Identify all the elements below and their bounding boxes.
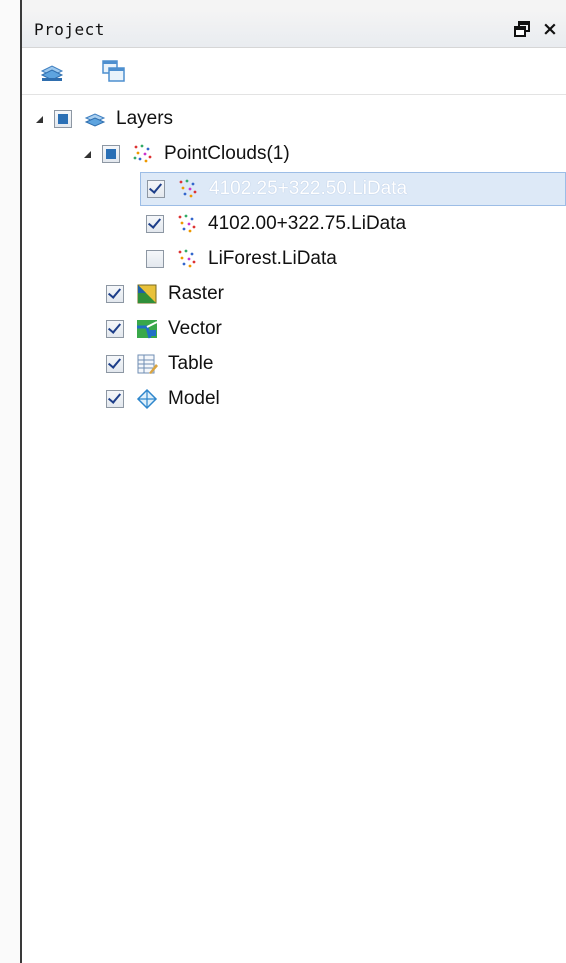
close-icon[interactable]: × xyxy=(539,19,561,39)
tree-label: Model xyxy=(168,388,220,409)
tree-node-layers[interactable]: Layers xyxy=(32,102,173,136)
tree-label: 4102.00+322.75.LiData xyxy=(208,213,407,234)
checkbox-table[interactable] xyxy=(106,355,124,373)
tree-node-vector[interactable]: Vector xyxy=(106,312,222,346)
pointcloud-icon xyxy=(132,143,154,165)
pointcloud-icon xyxy=(176,213,198,235)
vector-icon xyxy=(136,318,158,340)
checkbox-model[interactable] xyxy=(106,390,124,408)
checkbox-vector[interactable] xyxy=(106,320,124,338)
tree-node-table[interactable]: Table xyxy=(106,347,213,381)
windows-icon[interactable] xyxy=(98,57,130,87)
expand-arrow-icon[interactable] xyxy=(32,112,46,126)
tree-node-liforest[interactable]: LiForest.LiData xyxy=(146,242,337,276)
panel-title-bar[interactable]: Project × xyxy=(22,10,566,48)
left-edge xyxy=(0,0,22,963)
checkbox-lidata-2[interactable] xyxy=(146,215,164,233)
layers-icon xyxy=(84,108,106,130)
checkbox-layers[interactable] xyxy=(54,110,72,128)
layers-icon[interactable] xyxy=(36,57,68,87)
checkbox-raster[interactable] xyxy=(106,285,124,303)
panel-title: Project xyxy=(34,20,105,39)
top-strip xyxy=(22,0,566,10)
tree-node-pointclouds[interactable]: PointClouds(1) xyxy=(80,137,290,171)
project-panel: Project × Layers PointClouds(1) 4102.25+… xyxy=(0,0,566,963)
table-icon xyxy=(136,353,158,375)
checkbox-pointclouds[interactable] xyxy=(102,145,120,163)
pointcloud-icon xyxy=(177,178,199,200)
tree-label: Layers xyxy=(116,108,174,129)
tree-node-lidata-2[interactable]: 4102.00+322.75.LiData xyxy=(146,207,406,241)
raster-icon xyxy=(136,283,158,305)
checkbox-liforest[interactable] xyxy=(146,250,164,268)
tree-label: PointClouds(1) xyxy=(164,143,290,164)
tree-label: Table xyxy=(168,353,214,374)
tree-node-model[interactable]: Model xyxy=(106,382,220,416)
tree-label: LiForest.LiData xyxy=(208,248,337,269)
tree-node-lidata-selected[interactable]: 4102.25+322.50.LiData xyxy=(140,172,566,206)
checkbox-lidata-1[interactable] xyxy=(147,180,165,198)
toolbar xyxy=(22,49,566,95)
tree-label: Raster xyxy=(168,283,224,304)
float-window-icon[interactable] xyxy=(512,19,532,39)
tree-label: 4102.25+322.50.LiData xyxy=(209,178,408,199)
tree-node-raster[interactable]: Raster xyxy=(106,277,224,311)
tree-label: Vector xyxy=(168,318,222,339)
pointcloud-icon xyxy=(176,248,198,270)
expand-arrow-icon[interactable] xyxy=(80,147,94,161)
model-icon xyxy=(136,388,158,410)
